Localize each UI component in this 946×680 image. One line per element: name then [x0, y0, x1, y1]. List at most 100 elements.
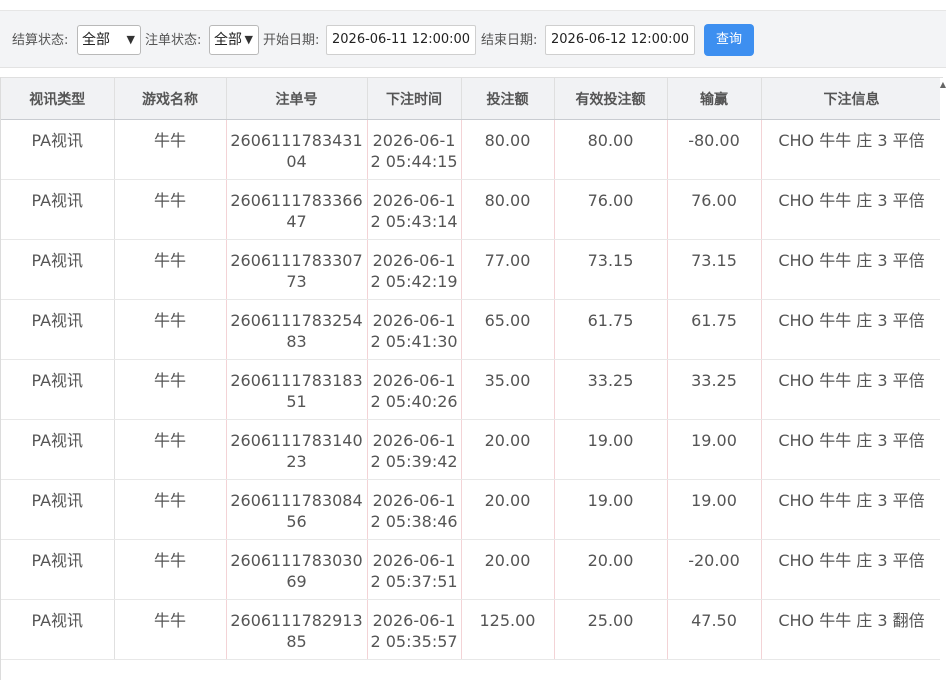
cell-video-type: PA视讯	[1, 239, 115, 300]
column-header-valid-bet[interactable]: 有效投注额	[554, 77, 668, 120]
settle-status-label: 结算状态:	[12, 33, 69, 48]
cell-video-type: PA视讯	[1, 539, 115, 600]
cell-win-loss: 73.15	[667, 239, 762, 300]
column-header-game-name[interactable]: 游戏名称	[114, 77, 227, 120]
cell-bet-amount: 125.00	[461, 599, 555, 660]
cell-bet-time: 2026-06-12 05:44:15	[367, 119, 462, 180]
table-row: PA视讯 牛牛 260611178343104 2026-06-12 05:44:15…	[1, 119, 943, 180]
cell-win-loss: 19.00	[667, 419, 762, 480]
cell-bet-time: 2026-06-12 05:37:51	[367, 539, 462, 600]
filter-bar: 结算状态: 全部 ▼ 注单状态: 全部 ▼ 开始日期: 2026-06-11 1…	[0, 11, 946, 68]
cell-bet-id: 260611178336647	[226, 179, 368, 240]
cell-game-name: 牛牛	[114, 479, 227, 540]
cell-bet-info: CHO 牛牛 庄 3 平倍	[761, 479, 943, 540]
cell-game-name: 牛牛	[114, 359, 227, 420]
table-row: PA视讯 牛牛 260611178308456 2026-06-12 05:38:46…	[1, 479, 943, 540]
cell-video-type: PA视讯	[1, 359, 115, 420]
cell-win-loss: -80.00	[667, 119, 762, 180]
cell-bet-id: 260611178343104	[226, 119, 368, 180]
cell-video-type: PA视讯	[1, 599, 115, 660]
start-date-input[interactable]: 2026-06-11 12:00:00	[326, 25, 476, 55]
table-row: PA视讯 牛牛 260611178318351 2026-06-12 05:40:26…	[1, 359, 943, 420]
table-row: PA视讯 牛牛 260611178291385 2026-06-12 05:35:57…	[1, 599, 943, 660]
cell-win-loss: 33.25	[667, 359, 762, 420]
column-header-win-loss[interactable]: 输赢	[667, 77, 762, 120]
cell-bet-amount: 20.00	[461, 479, 555, 540]
cell-bet-amount: 80.00	[461, 119, 555, 180]
cell-bet-id: 260611178308456	[226, 479, 368, 540]
cell-bet-amount: 65.00	[461, 299, 555, 360]
table-row: PA视讯 牛牛 260611178314023 2026-06-12 05:39:42…	[1, 419, 943, 480]
cell-bet-info: CHO 牛牛 庄 3 平倍	[761, 179, 943, 240]
chevron-down-icon: ▼	[244, 33, 253, 46]
order-status-label: 注单状态:	[145, 33, 202, 48]
cell-bet-info: CHO 牛牛 庄 3 平倍	[761, 119, 943, 180]
cell-bet-info: CHO 牛牛 庄 3 平倍	[761, 419, 943, 480]
chevron-down-icon: ▼	[126, 33, 135, 46]
cell-bet-time: 2026-06-12 05:40:26	[367, 359, 462, 420]
cell-bet-info: CHO 牛牛 庄 3 平倍	[761, 299, 943, 360]
cell-bet-info: CHO 牛牛 庄 3 翻倍	[761, 599, 943, 660]
cell-valid-bet: 80.00	[554, 119, 668, 180]
cell-bet-id: 260611178325483	[226, 299, 368, 360]
cell-win-loss: 61.75	[667, 299, 762, 360]
vertical-scrollbar[interactable]	[940, 78, 946, 680]
cell-video-type: PA视讯	[1, 299, 115, 360]
cell-valid-bet: 76.00	[554, 179, 668, 240]
cell-bet-amount: 20.00	[461, 419, 555, 480]
order-status-select[interactable]: 全部 ▼	[209, 25, 259, 55]
bet-records-table-container: 视讯类型 游戏名称 注单号 下注时间 投注额 有效投注额 输赢 下注信息 PA视…	[0, 77, 946, 680]
cell-bet-time: 2026-06-12 05:39:42	[367, 419, 462, 480]
settle-status-select[interactable]: 全部 ▼	[77, 25, 141, 55]
cell-bet-amount: 35.00	[461, 359, 555, 420]
cell-valid-bet: 25.00	[554, 599, 668, 660]
column-header-video-type[interactable]: 视讯类型	[1, 77, 115, 120]
start-date-label: 开始日期:	[263, 33, 320, 48]
cell-bet-id: 260611178318351	[226, 359, 368, 420]
cell-game-name: 牛牛	[114, 119, 227, 180]
cell-win-loss: -20.00	[667, 539, 762, 600]
table-row: PA视讯 牛牛 260611178336647 2026-06-12 05:43:14…	[1, 179, 943, 240]
column-header-bet-info[interactable]: 下注信息	[761, 77, 943, 120]
column-header-bet-id[interactable]: 注单号	[226, 77, 368, 120]
cell-bet-time: 2026-06-12 05:38:46	[367, 479, 462, 540]
cell-video-type: PA视讯	[1, 479, 115, 540]
cell-bet-id: 260611178314023	[226, 419, 368, 480]
cell-bet-info: CHO 牛牛 庄 3 平倍	[761, 359, 943, 420]
end-date-label: 结束日期:	[481, 33, 538, 48]
table-row: PA视讯 牛牛 260611178325483 2026-06-12 05:41:30…	[1, 299, 943, 360]
cell-bet-id: 260611178330773	[226, 239, 368, 300]
query-button[interactable]: 查询	[704, 24, 754, 56]
cell-bet-id: 260611178291385	[226, 599, 368, 660]
cell-bet-info: CHO 牛牛 庄 3 平倍	[761, 539, 943, 600]
cell-game-name: 牛牛	[114, 539, 227, 600]
column-header-bet-amount[interactable]: 投注额	[461, 77, 555, 120]
cell-video-type: PA视讯	[1, 119, 115, 180]
cell-valid-bet: 20.00	[554, 539, 668, 600]
cell-video-type: PA视讯	[1, 419, 115, 480]
settle-status-value: 全部	[82, 32, 110, 48]
table-row: PA视讯 牛牛 260611178303069 2026-06-12 05:37:51…	[1, 539, 943, 600]
cell-win-loss: 19.00	[667, 479, 762, 540]
cell-valid-bet: 73.15	[554, 239, 668, 300]
cell-bet-time: 2026-06-12 05:35:57	[367, 599, 462, 660]
cell-bet-info: CHO 牛牛 庄 3 平倍	[761, 239, 943, 300]
order-status-value: 全部	[214, 32, 242, 48]
cell-video-type: PA视讯	[1, 179, 115, 240]
scroll-up-arrow-icon[interactable]: ▲	[940, 80, 946, 89]
cell-game-name: 牛牛	[114, 179, 227, 240]
cell-game-name: 牛牛	[114, 239, 227, 300]
cell-win-loss: 47.50	[667, 599, 762, 660]
cell-win-loss: 76.00	[667, 179, 762, 240]
cell-valid-bet: 19.00	[554, 479, 668, 540]
end-date-input[interactable]: 2026-06-12 12:00:00	[545, 25, 695, 55]
column-header-bet-time[interactable]: 下注时间	[367, 77, 462, 120]
cell-bet-time: 2026-06-12 05:42:19	[367, 239, 462, 300]
cell-game-name: 牛牛	[114, 599, 227, 660]
cell-bet-time: 2026-06-12 05:41:30	[367, 299, 462, 360]
table-row: PA视讯 牛牛 260611178330773 2026-06-12 05:42:19…	[1, 239, 943, 300]
bet-records-table: 视讯类型 游戏名称 注单号 下注时间 投注额 有效投注额 输赢 下注信息 PA视…	[1, 77, 943, 660]
cell-bet-amount: 20.00	[461, 539, 555, 600]
cell-valid-bet: 19.00	[554, 419, 668, 480]
cell-bet-amount: 77.00	[461, 239, 555, 300]
